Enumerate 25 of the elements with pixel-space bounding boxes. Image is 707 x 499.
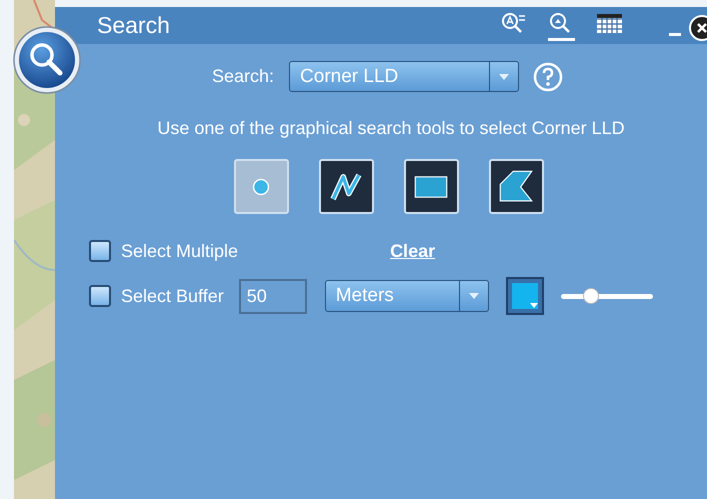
rectangle-tool-button[interactable] [404, 159, 458, 214]
search-icon[interactable] [548, 10, 575, 40]
search-dropdown[interactable]: Corner LLD [289, 61, 520, 92]
polygon-icon [500, 170, 533, 201]
polyline-icon [330, 173, 362, 200]
panel-title: Search [97, 12, 170, 39]
rectangle-icon [414, 176, 448, 198]
select-buffer-label: Select Buffer [121, 286, 224, 306]
clear-link[interactable]: Clear [390, 240, 436, 262]
polygon-tool-button[interactable] [488, 159, 544, 214]
buffer-input[interactable]: 50 [238, 278, 307, 314]
instruction-text: Use one of the graphical search tools to select Corner LLD [156, 118, 626, 139]
line-tool-button[interactable] [318, 159, 374, 214]
buffer-slider[interactable] [560, 286, 653, 306]
help-icon[interactable] [533, 62, 564, 92]
dot-icon [252, 178, 270, 195]
search-label: Search: [212, 66, 274, 87]
search-icon [12, 25, 82, 95]
unit-dropdown[interactable]: Meters [324, 280, 489, 312]
caret-icon [499, 74, 510, 80]
select-multiple-label: Select Multiple [121, 240, 238, 262]
select-buffer-checkbox[interactable] [89, 285, 111, 307]
color-picker-button[interactable] [506, 277, 544, 315]
caret-icon [468, 293, 479, 299]
select-multiple-checkbox[interactable] [89, 240, 111, 262]
